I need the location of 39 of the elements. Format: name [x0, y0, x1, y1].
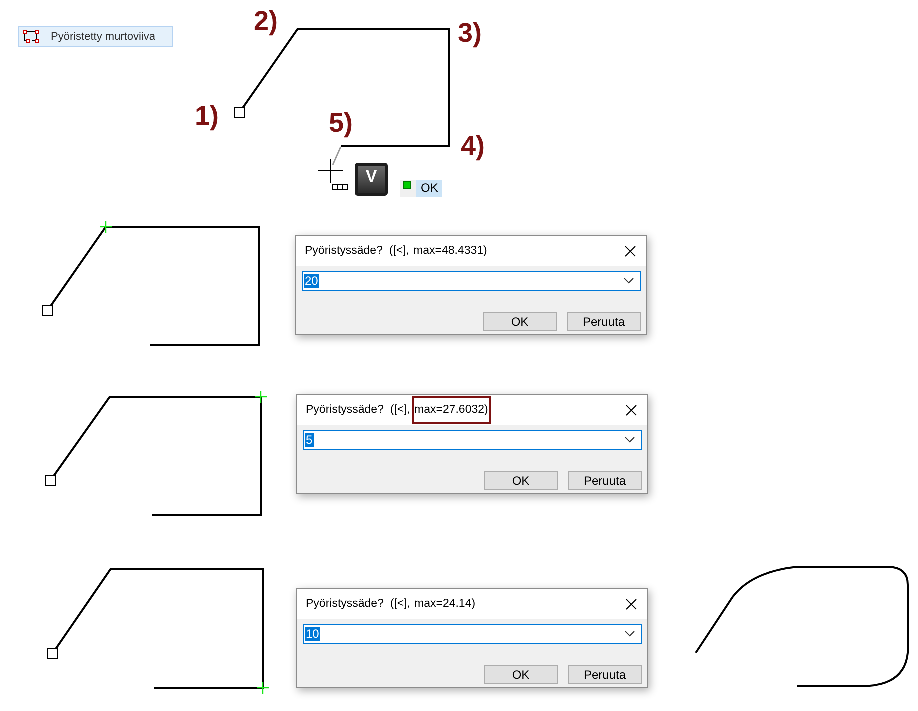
radius-combo-field[interactable]: 10 [303, 624, 642, 644]
step-label: 4) [461, 130, 486, 162]
keyboard-key: V [355, 163, 388, 196]
chevron-down-icon [624, 278, 634, 284]
radius-combo-field[interactable]: 20 [302, 271, 641, 291]
dialog-button[interactable]: Peruuta [568, 665, 642, 684]
rounded-polyline-button[interactable]: Pyöristetty murtoviiva [18, 26, 173, 47]
cell-strip-icon [332, 184, 348, 190]
max-limit-text: max=48.4331) [414, 245, 488, 257]
status-text: OK [416, 180, 442, 197]
corner-cross-icon [257, 682, 269, 694]
radius-combo-field[interactable]: 5 [303, 430, 642, 450]
close-icon [625, 246, 636, 256]
step-label: 5) [329, 107, 354, 139]
close-icon [626, 404, 637, 416]
dialog-button[interactable]: Peruuta [568, 471, 642, 490]
dialog-title: Pyöristyssäde? ([<], [306, 598, 410, 610]
crosshair-cursor-icon [318, 158, 344, 184]
close-button[interactable] [625, 246, 636, 256]
max-limit-text: max=27.6032) [412, 396, 492, 424]
max-limit-text: max=24.14) [414, 598, 476, 610]
close-icon [626, 598, 637, 610]
dialog-button[interactable]: Peruuta [567, 312, 641, 331]
chevron-down-icon [625, 437, 635, 443]
step-label: 3) [458, 17, 482, 49]
step-label: 2) [254, 5, 278, 37]
step-label: 1) [195, 100, 220, 132]
preview-line [332, 146, 342, 166]
dialog-title: Pyöristyssäde? ([<], [306, 404, 410, 416]
corner-cross-icon [255, 391, 267, 403]
corner-cross-icon [100, 221, 112, 233]
dialog-button[interactable]: OK [484, 665, 558, 684]
close-button[interactable] [626, 598, 637, 610]
dialog-title: Pyöristyssäde? ([<], [305, 245, 410, 257]
dialog-button[interactable]: OK [483, 312, 557, 331]
chevron-down-icon [625, 631, 635, 637]
dialog-button[interactable]: OK [484, 471, 558, 490]
polyline-icon [23, 30, 39, 43]
close-button[interactable] [626, 404, 637, 416]
